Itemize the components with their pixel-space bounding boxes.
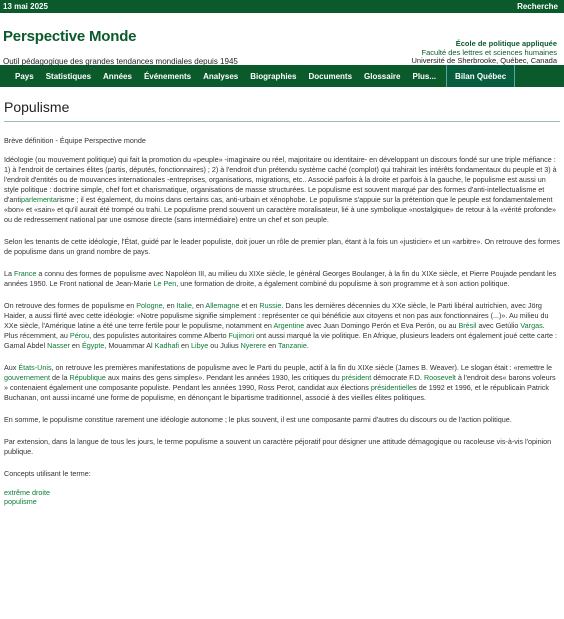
paragraph-3: La France a connu des formes de populism… [4,269,557,288]
link-russie[interactable]: Russie [259,301,281,310]
nav-item-evenements[interactable]: Événements [138,65,197,87]
nav-item-documents[interactable]: Documents [302,65,358,87]
link-gouvernement[interactable]: gouvernement [4,373,50,382]
university-name: Université de Sherbrooke, Québec, Canada [411,56,557,65]
concept-link-extreme-droite[interactable]: extrême droite [4,488,560,497]
site-header: Perspective Monde Outil pédagogique des … [0,13,564,66]
link-parlementarisme[interactable]: parlementa [21,195,57,204]
link-argentine[interactable]: Argentine [273,321,304,330]
link-tanzanie[interactable]: Tanzanie [278,341,307,350]
link-nyerere[interactable]: Nyerere [241,341,267,350]
nav-item-bilan-quebec[interactable]: Bilan Québec [446,65,516,87]
link-italie[interactable]: Italie [177,301,192,310]
link-allemagne[interactable]: Allemagne [205,301,239,310]
link-libye[interactable]: Libye [191,341,208,350]
current-date: 13 mai 2025 [3,2,48,11]
nav-item-statistiques[interactable]: Statistiques [40,65,97,87]
paragraph-6: En somme, le populisme constitue raremen… [4,415,512,424]
site-title[interactable]: Perspective Monde [3,28,137,45]
nav-item-pays[interactable]: Pays [9,65,40,87]
nav-item-analyses[interactable]: Analyses [197,65,244,87]
concepts-list: extrême droite populisme [4,488,560,506]
link-egypte[interactable]: Égypte [82,341,104,350]
link-presidentielle[interactable]: présidentielle [371,383,413,392]
link-republique[interactable]: République [70,373,106,382]
concepts-label: Concepts utilisant le terme: [4,469,91,478]
paragraph-1: Idéologie (ou mouvement politique) qui f… [4,155,557,224]
link-roosevelt[interactable]: Roosevelt [424,373,456,382]
link-president[interactable]: président [342,373,372,382]
article-content: Brève définition - Équipe Perspective mo… [0,136,564,506]
main-nav: Pays Statistiques Années Événements Anal… [0,65,564,87]
paragraph-7: Par extension, dans la langue de tous le… [4,437,552,456]
site-subtitle: Outil pédagogique des grandes tendances … [3,57,238,66]
nav-item-plus[interactable]: Plus... [406,65,442,87]
link-nasser[interactable]: Nasser [47,341,70,350]
link-perou[interactable]: Pérou [70,331,89,340]
link-vargas[interactable]: Vargas [520,321,542,330]
paragraph-5: Aux États-Unis, on retrouve les première… [4,363,556,402]
top-bar: 13 mai 2025 Recherche [0,0,564,13]
search-link[interactable]: Recherche [517,2,558,11]
link-kadhafi[interactable]: Kadhafi [155,341,179,350]
link-pologne[interactable]: Pologne [136,301,162,310]
school-info: École de politique appliquée Faculté des… [411,39,557,66]
definition-credit: Brève définition - Équipe Perspective mo… [4,136,146,145]
nav-item-glossaire[interactable]: Glossaire [358,65,406,87]
paragraph-4: On retrouve des formes de populisme en P… [4,301,557,350]
link-fujimori[interactable]: Fujimori [229,331,255,340]
link-bresil[interactable]: Brésil [458,321,476,330]
nav-item-annees[interactable]: Années [97,65,138,87]
concept-link-populisme[interactable]: populisme [4,497,560,506]
nav-item-biographies[interactable]: Biographies [244,65,302,87]
link-etats-unis[interactable]: États-Unis [18,363,51,372]
paragraph-2: Selon les tenants de cette idéologie, l'… [4,237,560,256]
link-france[interactable]: France [14,269,36,278]
page-title: Populisme [4,99,560,122]
link-le-pen[interactable]: Le Pen [153,279,176,288]
